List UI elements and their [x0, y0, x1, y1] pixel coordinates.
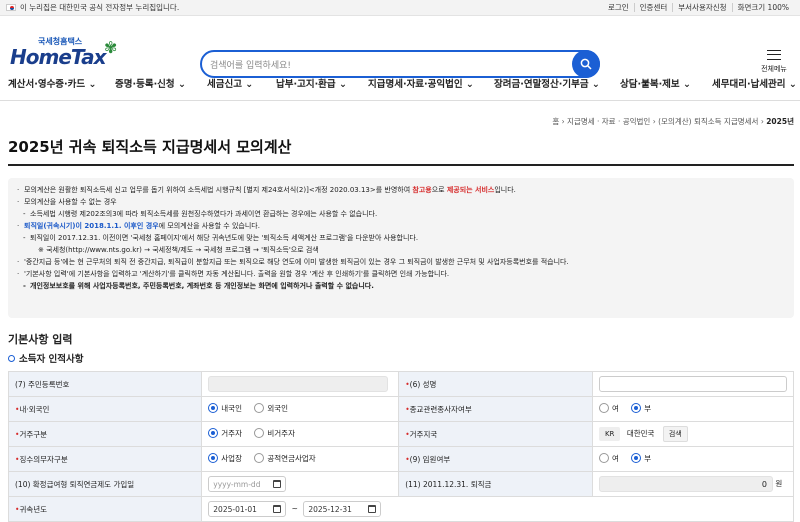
cert-center-link[interactable]: 인증센터	[633, 3, 673, 12]
table-row: (10) 확정급여형 퇴직연금제도 가입일 yyyy-mm-dd (11) 20…	[7, 471, 795, 497]
hometax-logo[interactable]: 국세청홈택스 HomeTax ✾	[8, 36, 128, 76]
zoom-link[interactable]: 화면크기 100%	[731, 3, 794, 12]
nav-item[interactable]: 납부·고지·환급 ⌄	[276, 76, 347, 90]
calendar-icon[interactable]	[368, 505, 377, 513]
nav-item[interactable]: 상담·불복·제보 ⌄	[620, 76, 691, 90]
notice-item: '기본사항 입력'에 기본사항을 입력하고 '계산하기'를 클릭하면 자동 계산…	[16, 268, 786, 280]
year-from-input[interactable]: 2025-01-01	[208, 501, 287, 517]
login-link[interactable]: 로그인	[603, 3, 634, 12]
notice-subitem: 개인정보보호를 위해 사업자등록번호, 주민등록번호, 계좌번호 등 개인정보는…	[16, 280, 786, 292]
field-label: 귀속년도	[19, 504, 48, 514]
all-menu-button[interactable]: 전체메뉴	[754, 50, 794, 74]
subsection-title: 소득자 인적사항	[8, 351, 84, 365]
search-button[interactable]	[572, 50, 600, 78]
radio-no[interactable]: 부	[631, 403, 651, 414]
breadcrumb: 홈 › 지급명세 · 자료 · 공익법인 › (모의계산) 퇴직소득 지급명세서…	[552, 117, 794, 126]
severance-field: 0	[598, 476, 773, 492]
field-label: 징수의무자구분	[19, 454, 68, 464]
field-label: 종교관련종사자여부	[409, 404, 472, 414]
notice-item: 모의계산을 사용할 수 없는 경우	[16, 196, 786, 208]
search-icon	[580, 58, 592, 70]
field-label: 내·외국인	[19, 404, 50, 414]
radio-exec-yes[interactable]: 여	[598, 453, 619, 464]
nav-item[interactable]: 장려금·연말정산·기부금 ⌄	[494, 76, 600, 90]
field-label: 거주지국	[409, 429, 438, 439]
country-name: 대한민국	[626, 429, 655, 438]
nav-item[interactable]: 세금신고 ⌄	[207, 76, 253, 90]
radio-exec-no[interactable]: 부	[631, 453, 651, 464]
country-search-button[interactable]: 검색	[662, 426, 688, 442]
notice-box: 모의계산은 원활한 퇴직소득세 신고 업무를 돕기 위하여 소득세법 시행규칙 …	[8, 178, 794, 318]
notice-item: 모의계산은 원활한 퇴직소득세 신고 업무를 돕기 위하여 소득세법 시행규칙 …	[16, 184, 786, 196]
bullet-icon	[8, 354, 15, 362]
gov-banner-text: 이 누리집은 대한민국 공식 전자정부 누리집입니다.	[20, 3, 180, 12]
table-row: •내·외국인 내국인 외국인 •종교관련종사자여부 여 부	[7, 396, 795, 422]
notice-subitem: 소득세법 시행령 제202조의3에 따라 퇴직소득세를 원천징수하였다가 과세이…	[16, 208, 786, 220]
search-input[interactable]: 검색어를 입력하세요!	[200, 50, 600, 78]
field-label: (6) 성명	[409, 379, 437, 389]
radio-workplace[interactable]: 사업장	[208, 453, 242, 464]
divider	[8, 164, 794, 166]
notice-item: '중간지급 등'에는 현 근무처의 퇴직 전 중간지급, 퇴직급이 분할지급 또…	[16, 256, 786, 268]
nav-item[interactable]: 세무대리·납세관리 ⌄	[712, 76, 797, 90]
ssn-field	[208, 376, 389, 392]
radio-public-pension[interactable]: 공적연금사업자	[254, 453, 316, 464]
table-row: •징수의무자구분 사업장 공적연금사업자 •(9) 임원여부 여 부	[7, 446, 795, 472]
gov-banner: 이 누리집은 대한민국 공식 전자정부 누리집입니다. 로그인 인증센터 부서사…	[0, 0, 800, 16]
section-title: 기본사항 입력	[8, 333, 73, 346]
field-label: (10) 확정급여형 퇴직연금제도 가입일	[7, 471, 203, 497]
calendar-icon[interactable]	[273, 505, 282, 513]
divider	[0, 100, 800, 101]
name-field[interactable]	[598, 376, 787, 392]
main-nav: 계산서·영수증·카드 ⌄ 증명·등록·신청 ⌄ 세금신고 ⌄ 납부·고지·환급 …	[0, 76, 800, 96]
taxpayer-form: (7) 주민등록번호 •(6) 성명 •내·외국인 내국인 외국인 •종교관련종…	[7, 371, 795, 522]
header: 국세청홈택스 HomeTax ✾ 검색어를 입력하세요! 전체메뉴	[0, 16, 800, 78]
calendar-icon[interactable]	[273, 480, 282, 488]
radio-yes[interactable]: 여	[598, 403, 619, 414]
field-label: (7) 주민등록번호	[7, 371, 203, 397]
holly-icon: ✾	[104, 38, 118, 57]
nav-item[interactable]: 증명·등록·신청 ⌄	[115, 76, 186, 90]
notice-item: 퇴직일(귀속시기)이 2018.1.1. 이후인 경우에 모의계산을 사용할 수…	[16, 220, 786, 232]
field-label: (11) 2011.12.31. 퇴직금	[398, 471, 593, 497]
unit-label: 원	[775, 479, 783, 488]
hamburger-icon	[767, 50, 781, 60]
flag-icon	[6, 4, 16, 11]
dept-user-link[interactable]: 부서사용자신청	[672, 3, 731, 12]
field-label: 거주구분	[19, 429, 48, 439]
country-code-field: KR	[598, 427, 621, 441]
nav-item[interactable]: 지급명세·자료·공익법인 ⌄	[368, 76, 474, 90]
radio-nonresident[interactable]: 비거주자	[254, 428, 295, 439]
notice-subitem: 퇴직일이 2017.12.31. 이전이면 '국세청 홈페이지'에서 해당 귀속…	[16, 232, 786, 244]
nav-item[interactable]: 계산서·영수증·카드 ⌄	[8, 76, 96, 90]
radio-domestic[interactable]: 내국인	[208, 403, 242, 414]
year-to-input[interactable]: 2025-12-31	[303, 501, 382, 517]
radio-foreign[interactable]: 외국인	[254, 403, 288, 414]
notice-subitem: ※ 국세청(http://www.nts.go.kr) → 국세정책/제도 → …	[38, 246, 319, 254]
table-row: •거주구분 거주자 비거주자 •거주지국 KR 대한민국 검색	[7, 421, 795, 447]
radio-resident[interactable]: 거주자	[208, 428, 242, 439]
page-title: 2025년 귀속 퇴직소득 지급명세서 모의계산	[8, 138, 292, 156]
pension-date-input[interactable]: yyyy-mm-dd	[208, 476, 287, 492]
table-row: (7) 주민등록번호 •(6) 성명	[7, 371, 795, 397]
field-label: (9) 임원여부	[409, 454, 451, 464]
